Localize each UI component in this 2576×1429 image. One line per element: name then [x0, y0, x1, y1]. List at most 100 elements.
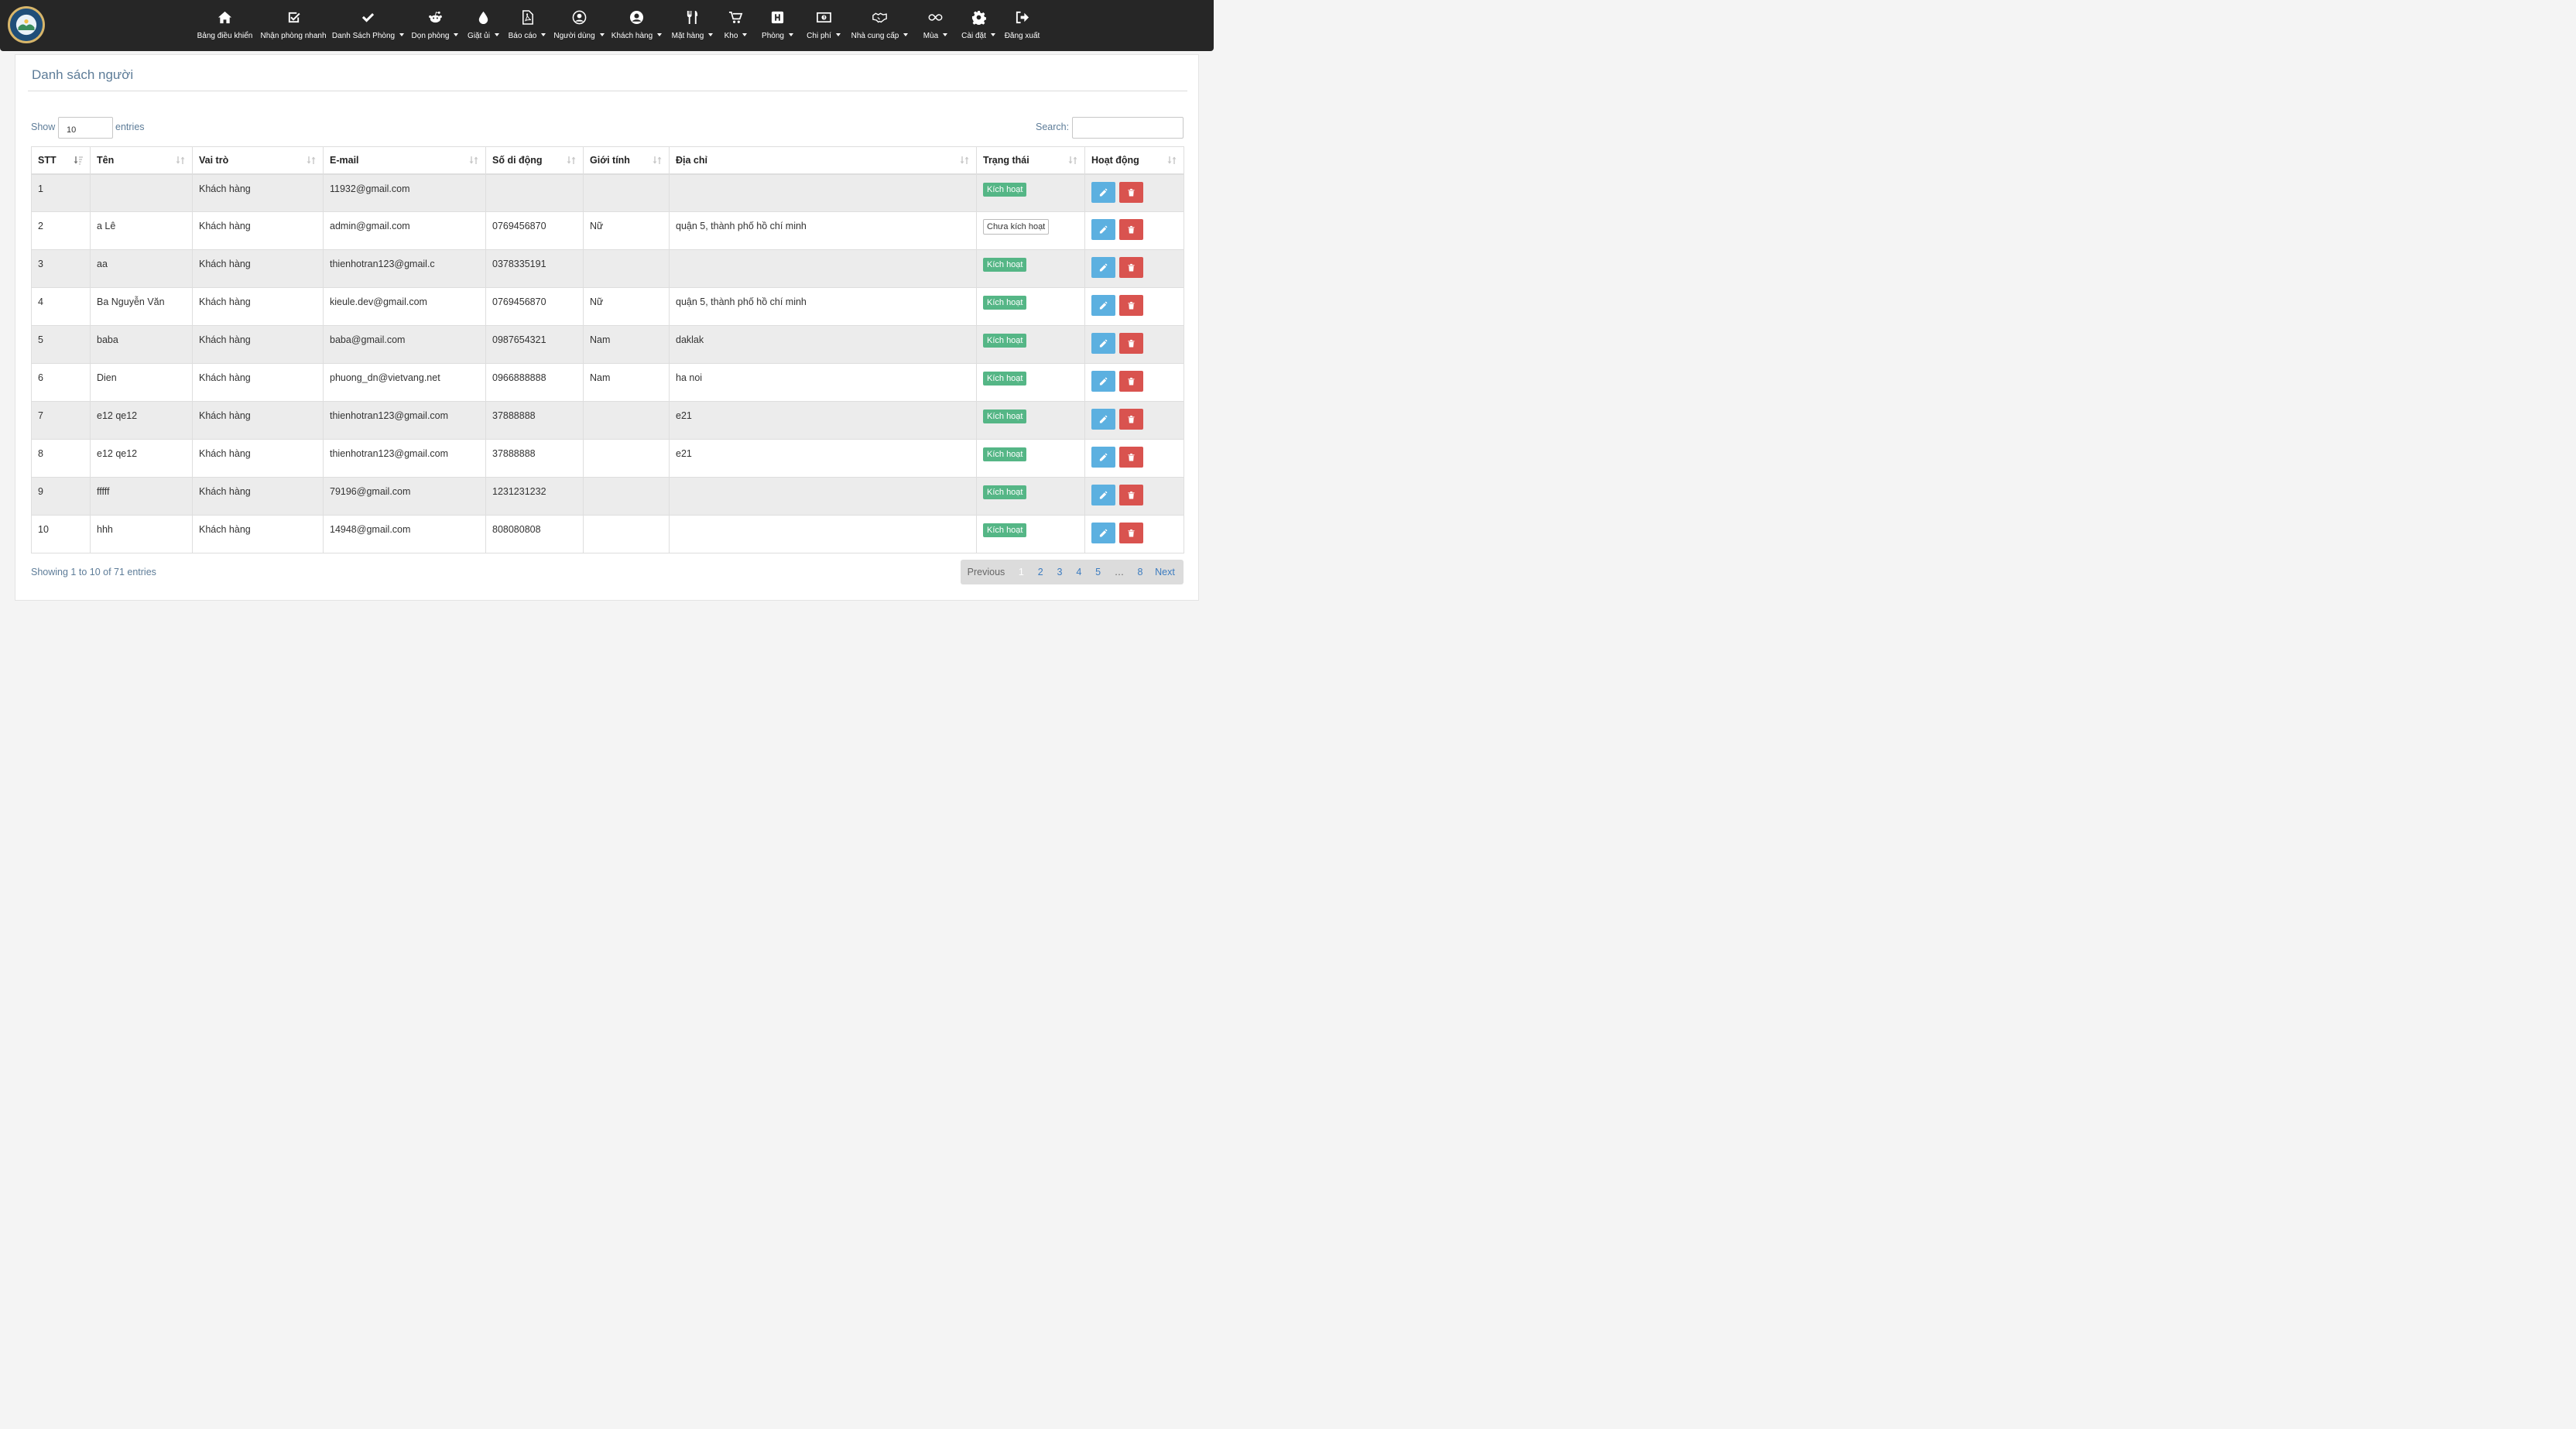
caret-down-icon — [903, 33, 909, 36]
show-label: Show — [31, 122, 56, 132]
edit-button[interactable] — [1091, 371, 1115, 392]
next-page-button[interactable]: Next — [1149, 567, 1180, 577]
edit-button[interactable] — [1091, 485, 1115, 505]
previous-page-button[interactable]: Previous — [961, 567, 1012, 577]
edit-button[interactable] — [1091, 447, 1115, 468]
cell-email: 14948@gmail.com — [323, 515, 486, 553]
nav-item-label: Báo cáo — [509, 32, 546, 40]
caret-down-icon — [454, 33, 459, 36]
nav-item-nguoi-dung[interactable]: Người dùng — [550, 0, 608, 51]
status-badge[interactable]: Kích hoạt — [983, 182, 1027, 197]
nav-item-mat-hang[interactable]: Mặt hàng — [666, 0, 719, 51]
search-input[interactable] — [1072, 117, 1184, 139]
cell-name-text: e12 qe12 — [97, 410, 138, 421]
status-badge[interactable]: Kích hoạt — [983, 296, 1027, 310]
cell-name-text: Dien — [97, 372, 117, 383]
column-header-dia-chi[interactable]: Địa chỉ — [669, 146, 977, 175]
cell-address: e21 — [669, 401, 977, 440]
caret-down-icon — [494, 33, 499, 36]
column-header-gioi-tinh[interactable]: Giới tính — [583, 146, 670, 175]
caret-down-icon — [742, 33, 748, 36]
status-badge[interactable]: Kích hoạt — [983, 447, 1027, 461]
status-badge[interactable]: Kích hoạt — [983, 258, 1027, 272]
nav-item-bang-dieu-khien[interactable]: Bảng điều khiển — [192, 0, 258, 51]
column-header-trang-thai[interactable]: Trạng thái — [976, 146, 1085, 175]
column-header-hoat-dong[interactable]: Hoạt động — [1084, 146, 1184, 175]
delete-button[interactable] — [1119, 219, 1143, 240]
delete-button[interactable] — [1119, 485, 1143, 505]
nav-item-text: Giặt ủi — [468, 32, 490, 40]
delete-button[interactable] — [1119, 523, 1143, 543]
column-header-label: Số di động — [492, 155, 543, 166]
cell-email-text: thienhotran123@gmail.c — [330, 259, 435, 269]
nav-item-phong[interactable]: Phòng — [752, 0, 803, 51]
column-header-e-mail[interactable]: E-mail — [323, 146, 486, 175]
cart-icon — [728, 9, 745, 26]
caret-down-icon — [708, 33, 714, 36]
page-5-button[interactable]: 5 — [1088, 567, 1108, 577]
status-badge[interactable]: Kích hoạt — [983, 523, 1027, 537]
page-2-button[interactable]: 2 — [1031, 567, 1050, 577]
edit-button[interactable] — [1091, 219, 1115, 240]
delete-button[interactable] — [1119, 371, 1143, 392]
page-4-button[interactable]: 4 — [1069, 567, 1088, 577]
nav-item-text: Mùa — [923, 32, 939, 40]
nav-item-text: Danh Sách Phòng — [331, 32, 396, 40]
cell-email: phuong_dn@vietvang.net — [323, 363, 486, 402]
delete-button[interactable] — [1119, 333, 1143, 354]
page-8-button[interactable]: 8 — [1131, 567, 1149, 577]
status-badge[interactable]: Chưa kích hoạt — [983, 219, 1050, 235]
nav-item-don-phong[interactable]: Dọn phòng — [407, 0, 463, 51]
nav-item-bao-cao[interactable]: Báo cáo — [504, 0, 550, 51]
nav-item-nhan-phong-nhanh[interactable]: Nhận phòng nhanh — [258, 0, 329, 51]
cell-stt-text: 8 — [38, 448, 43, 459]
edit-button[interactable] — [1091, 257, 1115, 278]
file-pdf-icon — [519, 9, 536, 26]
nav-item-khach-hang[interactable]: Khách hàng — [608, 0, 666, 51]
delete-button[interactable] — [1119, 447, 1143, 468]
status-badge[interactable]: Kích hoạt — [983, 410, 1027, 423]
cell-email-text: 14948@gmail.com — [330, 524, 411, 535]
nav-item-label: Giặt ủi — [468, 32, 499, 40]
status-badge[interactable]: Kích hoạt — [983, 485, 1027, 499]
column-header-label: Trạng thái — [983, 155, 1029, 166]
page-1-button[interactable]: 1 — [1012, 567, 1031, 577]
cell-status: Kích hoạt — [976, 363, 1085, 402]
nav-item-giat-ui[interactable]: Giặt ủi — [463, 0, 504, 51]
nav-item-kho[interactable]: Kho — [719, 0, 752, 51]
cell-actions — [1084, 249, 1184, 288]
nav-item-dang-xuat[interactable]: Đăng xuất — [1001, 0, 1043, 51]
nav-item-cai-dat[interactable]: Cài đặt — [956, 0, 1001, 51]
status-badge[interactable]: Kích hoạt — [983, 334, 1027, 348]
caret-down-icon — [399, 33, 405, 36]
nav-item-text: Kho — [724, 32, 738, 40]
column-header-so-di-dong[interactable]: Số di động — [485, 146, 584, 175]
cell-role: Khách hàng — [192, 363, 324, 402]
edit-button[interactable] — [1091, 409, 1115, 430]
brand-logo[interactable] — [8, 6, 45, 43]
nav-item-danh-sach-phong[interactable]: Danh Sách Phòng — [329, 0, 407, 51]
table-row: 5 baba Khách hàng baba@gmail.com 0987654321 N… — [31, 325, 1184, 364]
nav-item-nha-cung-cap[interactable]: Nhà cung cấp — [844, 0, 915, 51]
cell-address — [669, 249, 977, 288]
delete-button[interactable] — [1119, 295, 1143, 316]
entries-per-page-select[interactable]: 10 — [58, 117, 113, 139]
delete-button[interactable] — [1119, 409, 1143, 430]
edit-button[interactable] — [1091, 523, 1115, 543]
edit-button[interactable] — [1091, 181, 1115, 203]
delete-button[interactable] — [1119, 257, 1143, 278]
nav-item-chi-phi[interactable]: Chi phí — [803, 0, 844, 51]
nav-item-mua[interactable]: Mùa — [915, 0, 956, 51]
edit-button[interactable] — [1091, 295, 1115, 316]
delete-button[interactable] — [1119, 181, 1143, 203]
column-header-vai-tro[interactable]: Vai trò — [192, 146, 324, 175]
status-badge[interactable]: Kích hoạt — [983, 372, 1027, 386]
column-header-stt[interactable]: STT — [31, 146, 91, 175]
table-row: 7 e12 qe12 Khách hàng thienhotran123@gmail.… — [31, 401, 1184, 440]
cell-name-text: a Lê — [97, 221, 116, 231]
cell-gender-text: Nữ — [590, 221, 604, 231]
column-header-ten[interactable]: Tên — [90, 146, 193, 175]
cell-gender-text: Nam — [590, 334, 611, 345]
edit-button[interactable] — [1091, 333, 1115, 354]
page-3-button[interactable]: 3 — [1050, 567, 1070, 577]
